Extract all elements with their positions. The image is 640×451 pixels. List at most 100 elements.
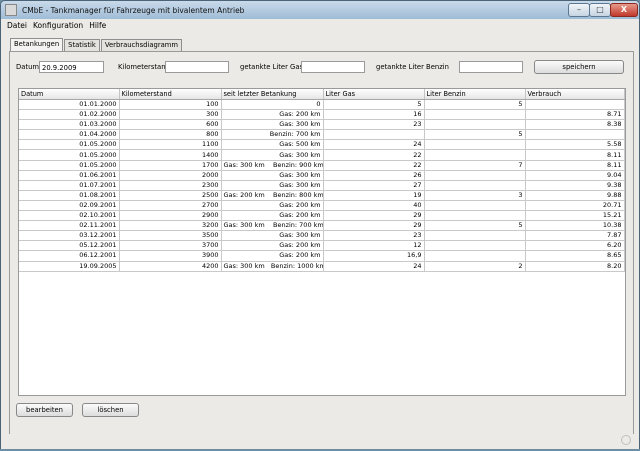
benzin-liter-field[interactable] [459, 61, 523, 73]
column-header-datum[interactable]: Datum [19, 89, 120, 100]
kilometerstand-label: Kilometerstand [118, 63, 170, 71]
table-cell: 16 [323, 109, 425, 121]
table-cell: Gas: 200 km [221, 240, 324, 252]
tab-verbrauchsdiagramm[interactable]: Verbrauchsdiagramm [100, 39, 183, 51]
table-row[interactable]: 01.02.2000 300 Gas: 200 km 16 8.71 [19, 109, 625, 121]
table-cell: 5.58 [525, 139, 625, 151]
column-header-seit-letzter-betankung[interactable]: seit letzter Betankung [221, 89, 324, 100]
table-cell: 3500 [119, 230, 222, 242]
column-header-liter-benzin[interactable]: Liter Benzin [424, 89, 526, 100]
table-row[interactable]: 05.12.2001 3700 Gas: 200 km 12 6.20 [19, 240, 625, 252]
table-row[interactable]: 01.06.2001 2000 Gas: 300 km 26 9.04 [19, 170, 625, 181]
table-cell: 24 [323, 261, 425, 272]
datum-field[interactable]: 20.9.2009 [39, 61, 104, 73]
table-row[interactable]: 03.12.2001 3500 Gas: 300 km 23 7.87 [19, 230, 625, 242]
table-cell: Gas: 200 km [221, 210, 324, 222]
table-cell: 01.02.2000 [19, 109, 120, 121]
table-cell [424, 200, 526, 212]
delete-button[interactable]: löschen [82, 403, 139, 417]
table-cell: 0 [221, 99, 324, 111]
table-row[interactable]: 01.08.2001 2500 Gas: 200 km Benzin: 800 km… [19, 190, 625, 201]
minimize-button[interactable]: – [568, 3, 590, 17]
table-row[interactable]: 02.09.2001 2700 Gas: 200 km 40 20.71 [19, 200, 625, 212]
table-cell: 29 [323, 220, 425, 232]
table-cell [525, 99, 625, 111]
table-row[interactable]: 01.07.2001 2300 Gas: 300 km 27 9.38 [19, 180, 625, 191]
tab-betankungen[interactable]: Betankungen [10, 38, 64, 51]
edit-button[interactable]: bearbeiten [16, 403, 73, 417]
table-cell [424, 240, 526, 252]
table-cell: 23 [323, 230, 425, 242]
table-cell: 7.87 [525, 230, 625, 242]
menu-bar: Datei Konfiguration Hilfe [1, 19, 639, 31]
kilometerstand-field[interactable] [165, 61, 229, 73]
table-row[interactable]: 02.10.2001 2900 Gas: 200 km 29 15.21 [19, 210, 625, 222]
save-button[interactable]: speichern [534, 60, 624, 74]
menu-konfiguration[interactable]: Konfiguration [33, 21, 83, 30]
table-cell: 8.11 [525, 149, 625, 161]
title-bar: CMbE - Tankmanager für Fahrzeuge mit biv… [1, 1, 639, 19]
table-row[interactable]: 01.03.2000 600 Gas: 300 km 23 8.38 [19, 119, 625, 131]
table-row[interactable]: 01.05.2000 1400 Gas: 300 km 22 8.11 [19, 149, 625, 161]
table-cell: 20.71 [525, 200, 625, 212]
table-row[interactable]: 01.05.2000 1700 Gas: 300 km Benzin: 900 km… [19, 160, 625, 171]
table-cell: Benzin: 700 km [221, 129, 324, 141]
gas-liter-label: getankte Liter Gas [240, 63, 304, 71]
table-header-row: Datum Kilometerstand seit letzter Betank… [19, 89, 625, 100]
table-cell: 8.65 [525, 250, 625, 262]
table-cell: 23 [323, 119, 425, 131]
table-cell: 2500 [119, 190, 222, 201]
app-window: CMbE - Tankmanager für Fahrzeuge mit biv… [0, 0, 640, 451]
table-cell [424, 170, 526, 181]
app-icon [5, 4, 17, 16]
table-cell: 40 [323, 200, 425, 212]
table-cell: 01.05.2000 [19, 149, 120, 161]
table-cell: Gas: 300 km [221, 119, 324, 131]
table-cell: Gas: 200 km [221, 250, 324, 262]
table-cell: 9.04 [525, 170, 625, 181]
table-cell: 01.08.2001 [19, 190, 120, 201]
table-row[interactable]: 01.01.2000 100 0 5 5 [19, 99, 625, 111]
table-cell: 1400 [119, 149, 222, 161]
table-cell [424, 149, 526, 161]
tab-bar: Betankungen Statistik Verbrauchsdiagramm [10, 38, 183, 51]
menu-hilfe[interactable]: Hilfe [89, 21, 106, 30]
table-cell: 3 [424, 190, 526, 201]
table-cell: 26 [323, 170, 425, 181]
menu-datei[interactable]: Datei [7, 21, 27, 30]
table-cell [424, 109, 526, 121]
table-cell: Gas: 200 km [221, 109, 324, 121]
column-header-verbrauch[interactable]: Verbrauch [525, 89, 625, 100]
table-cell: 01.06.2001 [19, 170, 120, 181]
column-header-kilometerstand[interactable]: Kilometerstand [119, 89, 222, 100]
table-row[interactable]: 01.04.2000 800 Benzin: 700 km 5 [19, 129, 625, 141]
table-cell: Gas: 300 km [221, 230, 324, 242]
table-cell: 8.71 [525, 109, 625, 121]
table-cell: 100 [119, 99, 222, 111]
table-cell: Gas: 200 km Benzin: 800 km [221, 190, 324, 201]
gas-liter-field[interactable] [301, 61, 365, 73]
table-cell: Gas: 300 km [221, 180, 324, 191]
table-row[interactable]: 06.12.2001 3900 Gas: 200 km 16,9 8.65 [19, 250, 625, 262]
table-cell [424, 119, 526, 131]
table-cell [424, 139, 526, 151]
table-row[interactable]: 19.09.2005 4200 Gas: 300 km Benzin: 1000 k… [19, 261, 625, 272]
table-cell: 600 [119, 119, 222, 131]
table-cell: 8.11 [525, 160, 625, 171]
table-cell: 29 [323, 210, 425, 222]
table-cell: 3700 [119, 240, 222, 252]
table-cell: Gas: 300 km [221, 170, 324, 181]
table-row[interactable]: 01.05.2000 1100 Gas: 500 km 24 5.58 [19, 139, 625, 151]
column-header-liter-gas[interactable]: Liter Gas [323, 89, 425, 100]
resize-grip-icon[interactable] [621, 435, 631, 445]
table-row[interactable]: 02.11.2001 3200 Gas: 300 km Benzin: 700 km… [19, 220, 625, 232]
maximize-button[interactable]: □ [589, 3, 611, 17]
table-cell [525, 129, 625, 141]
table-cell [323, 129, 425, 141]
close-button[interactable]: X [610, 3, 638, 17]
table-cell: 01.03.2000 [19, 119, 120, 131]
table-cell: 02.09.2001 [19, 200, 120, 212]
table-cell: 5 [424, 129, 526, 141]
tab-statistik[interactable]: Statistik [64, 39, 100, 51]
table-cell: 1700 [119, 160, 222, 171]
